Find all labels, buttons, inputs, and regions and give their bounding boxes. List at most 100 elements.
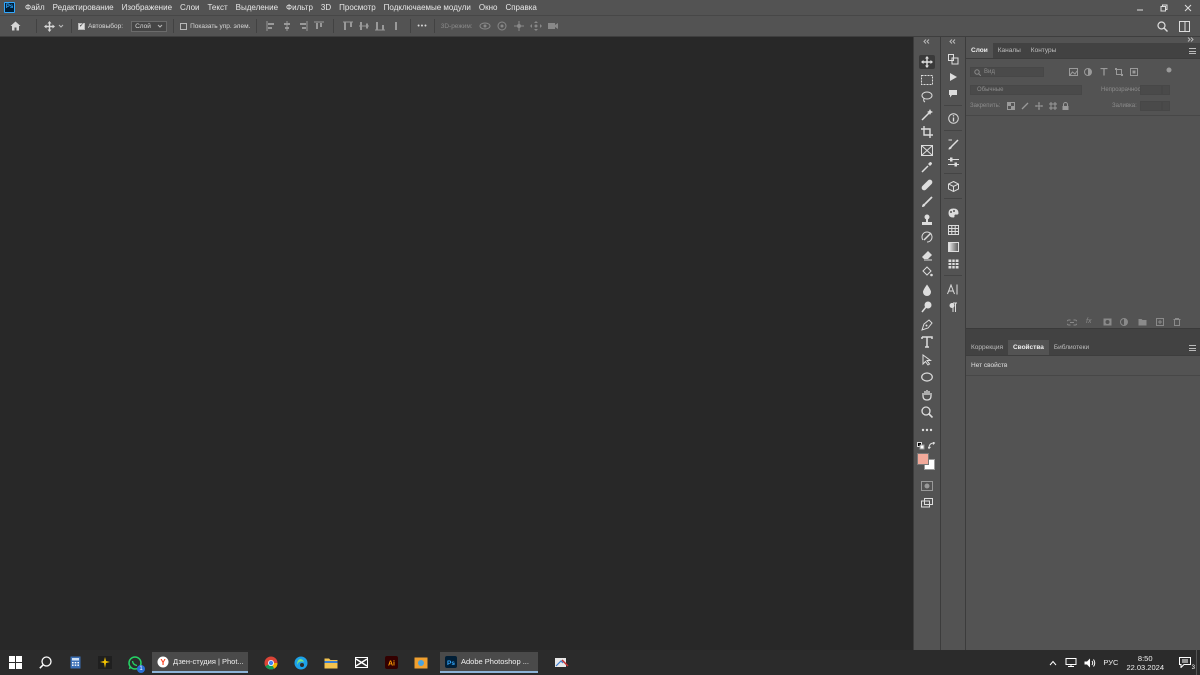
- character-panel-button[interactable]: [946, 283, 960, 296]
- add-mask-icon[interactable]: [1103, 318, 1112, 326]
- adjustments-panel-button[interactable]: [946, 155, 960, 168]
- distribute-top-icon[interactable]: [343, 21, 354, 31]
- show-desktop-button[interactable]: [1196, 650, 1200, 675]
- tab-channels[interactable]: Каналы: [993, 43, 1026, 58]
- volume-icon[interactable]: [1084, 658, 1096, 668]
- edge-taskbar-button[interactable]: [286, 650, 316, 675]
- notifications-button[interactable]: 3: [1174, 650, 1196, 675]
- history-brush-tool[interactable]: [919, 230, 935, 244]
- panel-menu-icon[interactable]: [1189, 48, 1196, 54]
- auto-select-checkbox[interactable]: ✓: [78, 22, 85, 30]
- start-button[interactable]: [0, 650, 30, 675]
- distribute-vertical-center-icon[interactable]: [359, 21, 370, 31]
- lock-artboard-icon[interactable]: [1049, 102, 1057, 110]
- tab-layers[interactable]: Слои: [966, 43, 993, 58]
- menu-help[interactable]: Справка: [501, 0, 540, 15]
- menu-window[interactable]: Окно: [475, 0, 502, 15]
- filter-pixel-icon[interactable]: [1069, 68, 1078, 76]
- blend-mode-dropdown[interactable]: Обычные: [970, 85, 1082, 95]
- patterns-panel-button[interactable]: [946, 257, 960, 270]
- menu-plugins[interactable]: Подключаемые модули: [380, 0, 475, 15]
- foreground-color-swatch[interactable]: [917, 453, 929, 465]
- new-group-icon[interactable]: [1138, 318, 1147, 326]
- lock-transparent-icon[interactable]: [1007, 102, 1015, 110]
- delete-layer-icon[interactable]: [1173, 318, 1181, 326]
- color-panel-button[interactable]: [946, 206, 960, 219]
- gradients-panel-button[interactable]: [946, 240, 960, 253]
- move-tool-preset[interactable]: [43, 16, 65, 36]
- eraser-tool[interactable]: [919, 248, 935, 262]
- history-panel-button[interactable]: [946, 53, 960, 66]
- crop-tool[interactable]: [919, 125, 935, 139]
- 3d-camera-icon[interactable]: [547, 21, 559, 31]
- paragraph-panel-button[interactable]: [946, 301, 960, 314]
- filter-adjustment-icon[interactable]: [1084, 68, 1092, 76]
- calculator-taskbar-button[interactable]: [60, 650, 90, 675]
- collapse-dock-button[interactable]: [941, 37, 964, 45]
- move-tool[interactable]: [919, 55, 935, 69]
- search-button[interactable]: [1157, 21, 1168, 32]
- menu-layers[interactable]: Слои: [176, 0, 203, 15]
- menu-edit[interactable]: Редактирование: [49, 0, 118, 15]
- new-adjustment-layer-icon[interactable]: [1120, 318, 1128, 326]
- network-icon[interactable]: [1065, 658, 1077, 667]
- distribute-bottom-icon[interactable]: [375, 21, 386, 31]
- frame-tool[interactable]: [919, 143, 935, 157]
- taskbar-app-yandex[interactable]: Y Дзен-студия | Phot...: [152, 652, 248, 673]
- language-indicator[interactable]: РУС: [1103, 658, 1118, 667]
- collapse-toolbar-button[interactable]: [914, 37, 939, 45]
- new-layer-icon[interactable]: [1156, 318, 1164, 326]
- canvas-area[interactable]: [0, 37, 913, 650]
- filter-toggle-icon[interactable]: [1166, 67, 1172, 73]
- type-tool[interactable]: [919, 335, 935, 349]
- menu-file[interactable]: Файл: [21, 0, 49, 15]
- align-center-horizontal-icon[interactable]: [282, 21, 292, 31]
- filter-shape-icon[interactable]: [1115, 68, 1123, 76]
- lasso-tool[interactable]: [919, 90, 935, 104]
- menu-type[interactable]: Текст: [203, 0, 231, 15]
- opacity-stepper[interactable]: [1162, 85, 1170, 95]
- lock-image-brush-icon[interactable]: [1021, 102, 1029, 110]
- default-colors-icon[interactable]: [917, 442, 925, 450]
- healing-brush-tool[interactable]: [919, 178, 935, 192]
- menu-filter[interactable]: Фильтр: [282, 0, 317, 15]
- show-transform-checkbox[interactable]: [180, 22, 188, 30]
- align-top-icon[interactable]: [314, 21, 325, 31]
- comments-panel-button[interactable]: [946, 87, 960, 100]
- brush-tool[interactable]: [919, 195, 935, 209]
- minimize-button[interactable]: [1128, 0, 1152, 15]
- edit-toolbar-button[interactable]: [919, 423, 935, 437]
- photoshop-logo[interactable]: Ps: [4, 2, 15, 13]
- lock-position-icon[interactable]: [1035, 102, 1043, 110]
- path-selection-tool[interactable]: [919, 353, 935, 367]
- whatsapp-taskbar-button[interactable]: 1: [120, 650, 150, 675]
- blur-tool[interactable]: [919, 283, 935, 297]
- close-button[interactable]: [1176, 0, 1200, 15]
- 3d-panel-button[interactable]: [946, 180, 960, 193]
- paint-taskbar-button[interactable]: [546, 650, 576, 675]
- search-taskbar-button[interactable]: [30, 650, 60, 675]
- 3d-orbit-icon[interactable]: [479, 21, 491, 31]
- filter-type-icon[interactable]: [1100, 68, 1108, 76]
- auto-select-dropdown[interactable]: Слой: [131, 20, 168, 32]
- capcut-taskbar-button[interactable]: [346, 650, 376, 675]
- pen-tool[interactable]: [919, 318, 935, 332]
- lock-all-icon[interactable]: [1062, 102, 1069, 110]
- layers-list[interactable]: [966, 116, 1200, 316]
- 3d-slide-icon[interactable]: [529, 21, 542, 31]
- swap-colors-icon[interactable]: [928, 442, 936, 450]
- filter-smart-object-icon[interactable]: [1130, 68, 1138, 76]
- menu-image[interactable]: Изображение: [118, 0, 176, 15]
- restore-button[interactable]: [1152, 0, 1176, 15]
- quick-mask-button[interactable]: [919, 479, 935, 493]
- clock[interactable]: 8:50 22.03.2024: [1126, 654, 1164, 672]
- sparkle-app-taskbar-button[interactable]: [90, 650, 120, 675]
- home-button[interactable]: [0, 16, 30, 36]
- shape-tool[interactable]: [919, 370, 935, 384]
- clone-stamp-tool[interactable]: [919, 213, 935, 227]
- 3d-roll-icon[interactable]: [496, 21, 508, 31]
- taskbar-app-photoshop[interactable]: Ps Adobe Photoshop ...: [440, 652, 538, 673]
- eyedropper-tool[interactable]: [919, 160, 935, 174]
- link-layers-icon[interactable]: [1067, 319, 1077, 326]
- chevron-up-icon[interactable]: [1049, 660, 1057, 666]
